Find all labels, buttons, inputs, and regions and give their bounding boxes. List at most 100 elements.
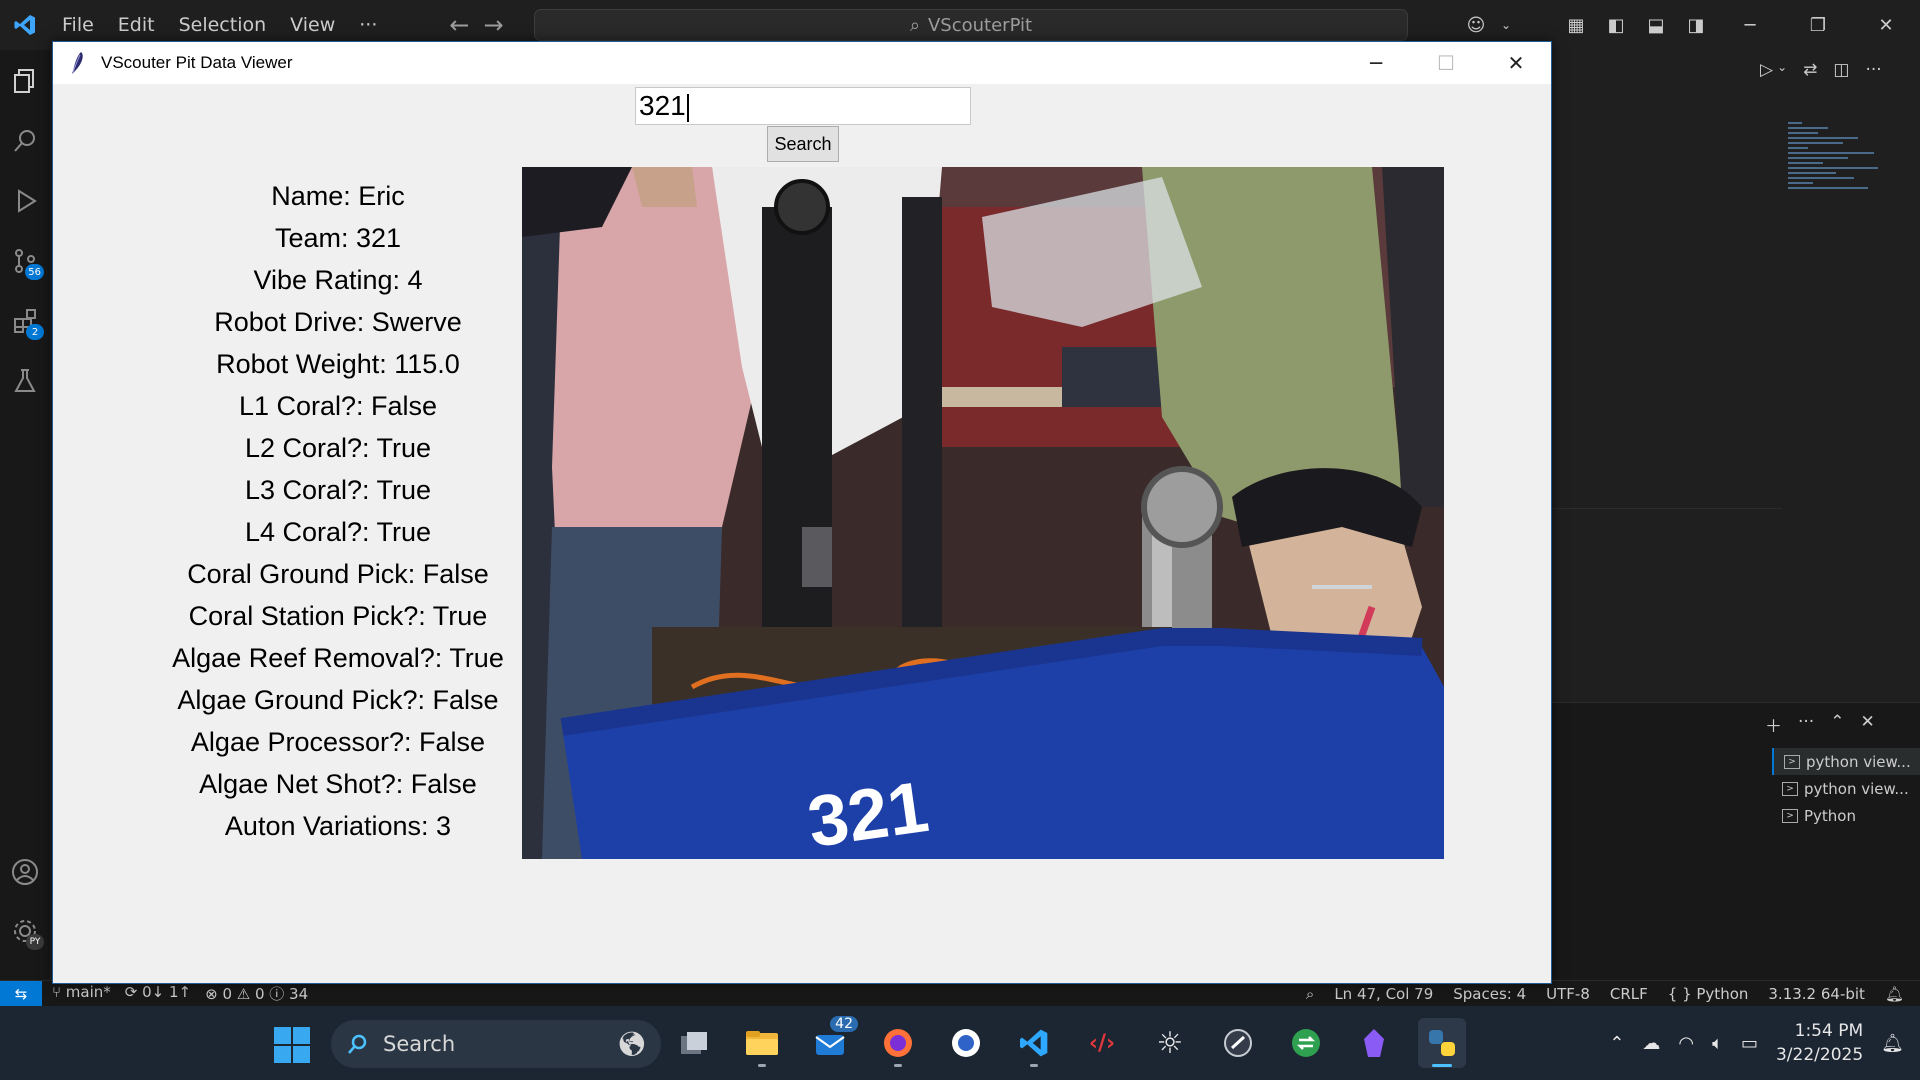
testing-flask-icon[interactable]: [8, 364, 42, 398]
run-debug-icon[interactable]: [8, 184, 42, 218]
vscode-taskbar-icon[interactable]: [1010, 1018, 1058, 1068]
field-algae-ground-pick: Algae Ground Pick?: False: [177, 685, 499, 715]
taskbar: Search 🌎︎ 42 ‹/› ☼ ⌃ ☁ ◠ 🔈︎ ▭ 1:54 PM 3/…: [0, 1006, 1920, 1080]
close-icon[interactable]: ✕: [1852, 15, 1920, 36]
terminal-label: python view...: [1804, 779, 1909, 798]
file-explorer-icon[interactable]: [738, 1018, 786, 1068]
terminal-icon: >: [1782, 781, 1798, 796]
maximize-panel-icon[interactable]: ⌃: [1830, 712, 1844, 737]
code-editor-icon[interactable]: ‹/›: [1078, 1018, 1126, 1068]
maximize-icon[interactable]: ☐: [1411, 42, 1481, 84]
field-l4-coral: L4 Coral?: True: [244, 517, 432, 547]
field-name: Name: Eric: [271, 181, 405, 211]
pit-data-fields: Name: Eric Team: 321 Vibe Rating: 4 Robo…: [153, 175, 523, 847]
command-center[interactable]: ⌕ VScouterPit: [534, 9, 1408, 41]
field-l3-coral: L3 Coral?: True: [244, 475, 432, 505]
team-search-input[interactable]: 321: [635, 87, 971, 125]
chevron-down-icon[interactable]: ⌄: [1496, 18, 1516, 32]
editor-toolbar: ▷ ⌄ ⇄ ◫ ···: [1760, 60, 1882, 80]
close-icon[interactable]: ✕: [1481, 42, 1551, 84]
signal-app-icon[interactable]: [942, 1018, 990, 1068]
notifications-bell-icon[interactable]: 🔔︎: [1881, 1033, 1904, 1054]
search-icon[interactable]: [8, 124, 42, 158]
split-editor-icon[interactable]: ◫: [1833, 60, 1849, 80]
sync-icon: ⟳: [124, 983, 143, 1001]
manage-gear-icon[interactable]: PY: [8, 914, 44, 950]
vscode-logo-icon: [0, 0, 50, 50]
git-branch[interactable]: ⑂ main*: [52, 983, 111, 1004]
wifi-icon[interactable]: ◠: [1678, 1033, 1694, 1054]
python-app-icon[interactable]: [1418, 1018, 1466, 1068]
extensions-icon[interactable]: 2: [8, 304, 44, 340]
terminal-label: Python: [1804, 806, 1856, 825]
robot-photo: 321: [522, 167, 1444, 859]
terminal-item[interactable]: > python view...: [1772, 775, 1920, 802]
customize-layout-icon[interactable]: ▦: [1556, 15, 1596, 36]
chevron-down-icon[interactable]: ⌄: [1777, 60, 1787, 80]
field-l1-coral: L1 Coral?: False: [238, 391, 438, 421]
show-hidden-icons-chevron-icon[interactable]: ⌃: [1609, 1033, 1624, 1054]
back-arrow-icon[interactable]: ←: [449, 11, 469, 39]
cursor-position[interactable]: Ln 47, Col 79: [1334, 985, 1433, 1003]
bell-icon[interactable]: 🔔︎: [1885, 985, 1904, 1003]
field-team: Team: 321: [274, 223, 402, 253]
taskbar-search[interactable]: Search 🌎︎: [331, 1020, 661, 1068]
line-ending[interactable]: CRLF: [1610, 985, 1648, 1003]
accounts-icon[interactable]: [8, 855, 42, 889]
more-actions-icon[interactable]: ···: [1798, 712, 1814, 737]
onedrive-cloud-icon[interactable]: ☁: [1642, 1033, 1660, 1054]
minimap[interactable]: [1788, 122, 1904, 222]
source-control-icon[interactable]: 56: [8, 244, 44, 280]
add-terminal-icon[interactable]: ＋: [1765, 712, 1782, 737]
source-control-badge: 56: [25, 264, 44, 280]
taskbar-apps: 42 ‹/› ☼: [670, 1016, 1466, 1068]
minimize-icon[interactable]: ─: [1716, 15, 1784, 36]
activity-bar: 56 2 PY: [0, 50, 50, 980]
minimize-icon[interactable]: ─: [1341, 42, 1411, 84]
obsidian-icon[interactable]: [1350, 1018, 1398, 1068]
open-changes-icon[interactable]: ⇄: [1803, 60, 1817, 80]
toggle-secondary-sidebar-icon[interactable]: ◨: [1676, 15, 1716, 36]
copilot-icon[interactable]: ☺: [1456, 15, 1496, 36]
remote-indicator-icon[interactable]: ⇆: [0, 980, 42, 1007]
search-button[interactable]: Search: [767, 126, 839, 162]
task-view-icon[interactable]: [670, 1018, 718, 1068]
language-mode[interactable]: { } Python: [1668, 985, 1749, 1003]
git-sync-status[interactable]: ⟳ 0↓ 1↑: [125, 983, 191, 1004]
clock[interactable]: 1:54 PM 3/22/2025: [1776, 1019, 1863, 1067]
indentation[interactable]: Spaces: 4: [1453, 985, 1526, 1003]
zoom-icon[interactable]: ⌕: [1306, 985, 1314, 1003]
close-panel-icon[interactable]: ✕: [1860, 712, 1874, 737]
extensions-badge: 2: [26, 324, 44, 340]
tk-feather-icon: [72, 52, 83, 74]
toggle-panel-icon[interactable]: ⬓: [1636, 15, 1676, 36]
terminal-list: > python view... > python view... > Pyth…: [1772, 748, 1920, 829]
forward-arrow-icon[interactable]: →: [483, 11, 503, 39]
firefox-icon[interactable]: [874, 1018, 922, 1068]
explorer-icon[interactable]: [8, 64, 42, 98]
run-python-icon[interactable]: ▷: [1760, 60, 1773, 80]
terminal-label: python view...: [1806, 752, 1911, 771]
window-controls: ─ ☐ ✕: [1341, 42, 1551, 84]
python-interpreter[interactable]: 3.13.2 64-bit: [1768, 985, 1865, 1003]
windows-start-icon[interactable]: [272, 1025, 312, 1065]
field-auton-variations: Auton Variations: 3: [224, 811, 452, 841]
mail-icon[interactable]: 42: [806, 1016, 858, 1068]
terminal-item[interactable]: > Python: [1772, 802, 1920, 829]
restore-icon[interactable]: ❐: [1784, 15, 1852, 36]
battery-icon[interactable]: ▭: [1741, 1033, 1758, 1054]
problems-count[interactable]: ⊗ 0 ⚠ 0 ⓘ 34: [205, 983, 308, 1004]
driver-station-icon[interactable]: [1214, 1018, 1262, 1068]
terminal-item[interactable]: > python view...: [1772, 748, 1920, 775]
sync-app-icon[interactable]: [1282, 1018, 1330, 1068]
volume-icon[interactable]: 🔈︎: [1712, 1033, 1723, 1054]
terminal-icon: >: [1784, 754, 1800, 769]
field-coral-ground-pick: Coral Ground Pick: False: [187, 559, 489, 589]
encoding[interactable]: UTF-8: [1546, 985, 1590, 1003]
settings-sun-icon[interactable]: ☼: [1146, 1018, 1194, 1068]
taskbar-search-label: Search: [383, 1032, 456, 1056]
more-actions-icon[interactable]: ···: [1865, 60, 1881, 80]
field-algae-processor: Algae Processor?: False: [190, 727, 486, 757]
toggle-sidebar-icon[interactable]: ◧: [1596, 15, 1636, 36]
branch-icon: ⑂: [52, 983, 66, 1001]
